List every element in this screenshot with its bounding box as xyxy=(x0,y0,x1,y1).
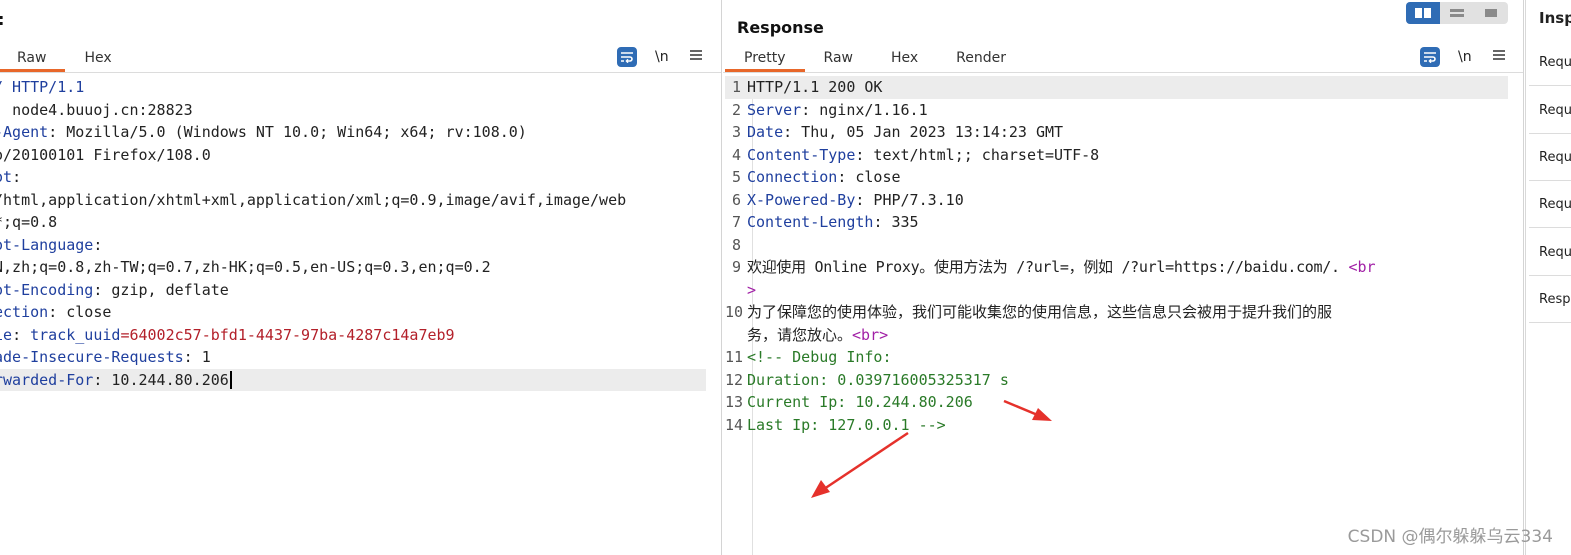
annotation-arrows xyxy=(811,399,1052,498)
red-arrow-icon xyxy=(811,431,909,498)
red-arrow-icon xyxy=(1003,399,1052,421)
watermark: CSDN @偶尔躲躲乌云334 xyxy=(1347,527,1553,547)
